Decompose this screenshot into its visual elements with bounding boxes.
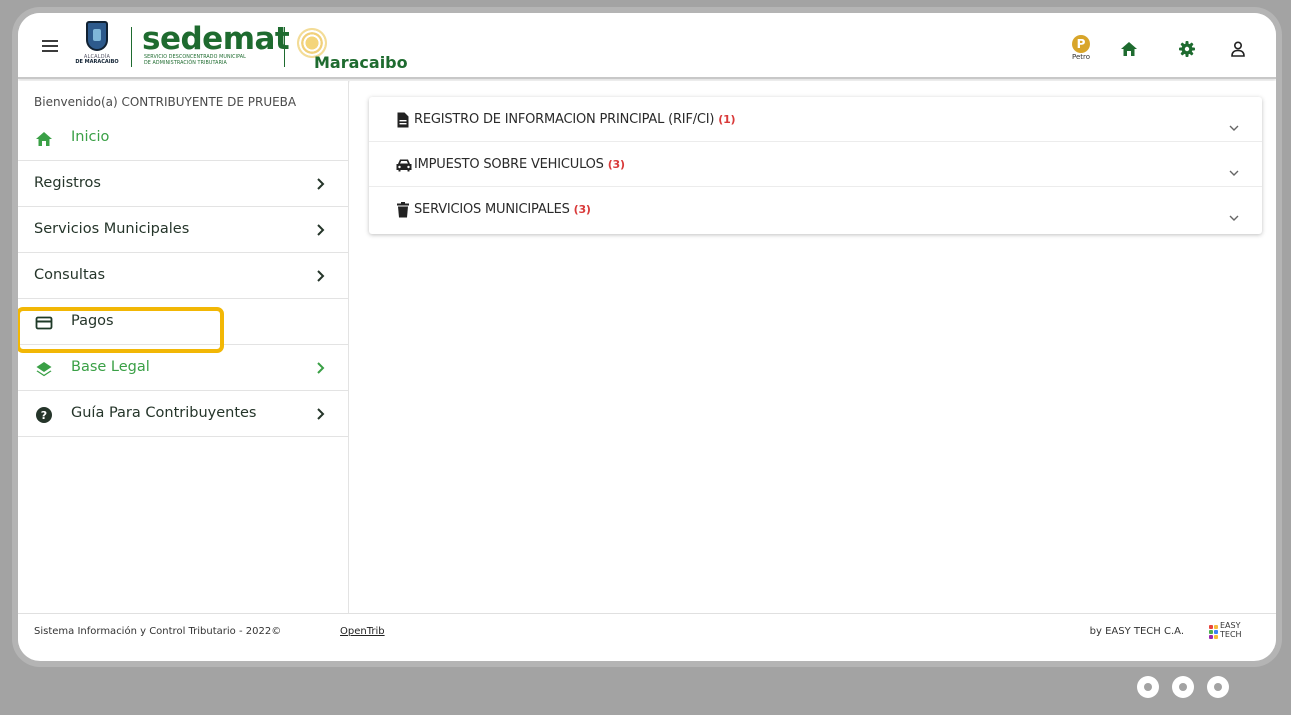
sidebar-item-pagos[interactable]: Pagos (18, 299, 349, 345)
header-divider (131, 27, 132, 67)
credit-card-icon (35, 314, 53, 332)
accordion-title: REGISTRO DE INFORMACION PRINCIPAL (RIF/C… (414, 112, 736, 127)
easy-tech-grid-icon (1209, 625, 1219, 639)
crest-line2: DE MARACAIBO (75, 59, 119, 65)
carousel-dots (1137, 676, 1233, 702)
easy-tech-logo: EASY TECH (1209, 621, 1243, 643)
accordion-row-servicios[interactable]: SERVICIOS MUNICIPALES (3) (369, 187, 1262, 232)
sidebar-item-base-legal[interactable]: Base Legal (18, 345, 349, 391)
sidebar-item-servicios-municipales[interactable]: Servicios Municipales (18, 207, 349, 253)
carousel-dot[interactable] (1207, 676, 1229, 698)
carousel-dot[interactable] (1172, 676, 1194, 698)
accordion-row-vehiculos[interactable]: IMPUESTO SOBRE VEHICULOS (3) (369, 142, 1262, 187)
sidebar-item-label: Servicios Municipales (34, 221, 190, 237)
footer-copyright: Sistema Información y Control Tributario… (34, 626, 282, 637)
sidebar-item-label: Consultas (34, 267, 106, 283)
top-bar: ALCALDÍA DE MARACAIBO sedemat SERVICIO D… (18, 13, 1276, 79)
home-icon[interactable] (1120, 40, 1138, 58)
brand-name: sedemat (142, 21, 290, 57)
accordion-title: IMPUESTO SOBRE VEHICULOS (3) (414, 157, 625, 172)
sidebar-item-label: Inicio (71, 129, 110, 145)
chevron-right-icon (315, 360, 327, 374)
chevron-down-icon[interactable] (1228, 162, 1240, 176)
sidebar-item-label: Pagos (71, 313, 114, 329)
accordion-title: SERVICIOS MUNICIPALES (3) (414, 202, 591, 217)
hamburger-menu-icon[interactable] (42, 40, 58, 52)
section-count: (1) (718, 113, 736, 126)
petro-icon[interactable]: P Petro (1068, 35, 1094, 61)
brand-sub-line2: DE ADMINISTRACIÓN TRIBUTARIA (144, 60, 227, 66)
app-window: ALCALDÍA DE MARACAIBO sedemat SERVICIO D… (18, 13, 1276, 661)
petro-coin-icon: P (1072, 35, 1090, 53)
svg-text:?: ? (41, 409, 47, 422)
section-count: (3) (573, 203, 591, 216)
alcaldia-crest-logo: ALCALDÍA DE MARACAIBO (73, 21, 121, 75)
footer: Sistema Información y Control Tributario… (18, 613, 1276, 649)
footer-company: by EASY TECH C.A. (1089, 626, 1184, 637)
sedemat-logo: sedemat SERVICIO DESCONCENTRADO MUNICIPA… (142, 21, 290, 66)
chevron-right-icon (315, 176, 327, 190)
section-title: SERVICIOS MUNICIPALES (414, 202, 570, 217)
sidebar-item-guia[interactable]: ? Guía Para Contribuyentes (18, 391, 349, 437)
accordion: REGISTRO DE INFORMACION PRINCIPAL (RIF/C… (369, 97, 1262, 234)
trash-icon (395, 202, 411, 218)
carousel-dot[interactable] (1137, 676, 1159, 698)
easy-line1: EASY (1220, 621, 1241, 630)
sidebar-item-consultas[interactable]: Consultas (18, 253, 349, 299)
section-title: IMPUESTO SOBRE VEHICULOS (414, 157, 604, 172)
opentrib-link[interactable]: OpenTrib (340, 626, 385, 637)
sidebar-item-label: Base Legal (71, 359, 150, 375)
easy-line2: TECH (1220, 630, 1242, 639)
document-icon (395, 112, 411, 128)
accordion-row-registro[interactable]: REGISTRO DE INFORMACION PRINCIPAL (RIF/C… (369, 97, 1262, 142)
sidebar-item-registros[interactable]: Registros (18, 161, 349, 207)
user-icon[interactable] (1229, 40, 1247, 58)
crest-shield-icon (86, 21, 108, 51)
chevron-down-icon[interactable] (1228, 207, 1240, 221)
car-icon (395, 157, 412, 173)
chevron-down-icon[interactable] (1228, 117, 1240, 131)
sidebar: Bienvenido(a) CONTRIBUYENTE DE PRUEBA In… (18, 81, 349, 613)
welcome-text: Bienvenido(a) CONTRIBUYENTE DE PRUEBA (34, 95, 297, 109)
section-count: (3) (607, 158, 625, 171)
easy-tech-text: EASY TECH (1220, 621, 1242, 639)
sidebar-item-label: Registros (34, 175, 101, 191)
main-content: REGISTRO DE INFORMACION PRINCIPAL (RIF/C… (350, 81, 1276, 613)
chevron-right-icon (315, 268, 327, 282)
help-circle-icon: ? (35, 406, 53, 424)
home-icon (35, 130, 53, 148)
city-name: Maracaibo (314, 53, 408, 72)
header-divider (284, 27, 285, 67)
petro-label: Petro (1071, 53, 1091, 61)
sidebar-item-label: Guía Para Contribuyentes (71, 405, 257, 421)
sidebar-item-inicio[interactable]: Inicio (18, 115, 349, 161)
chevron-right-icon (315, 406, 327, 420)
layers-icon (35, 360, 53, 378)
chevron-right-icon (315, 222, 327, 236)
section-title: REGISTRO DE INFORMACION PRINCIPAL (RIF/C… (414, 112, 715, 127)
gear-icon[interactable] (1178, 40, 1196, 58)
